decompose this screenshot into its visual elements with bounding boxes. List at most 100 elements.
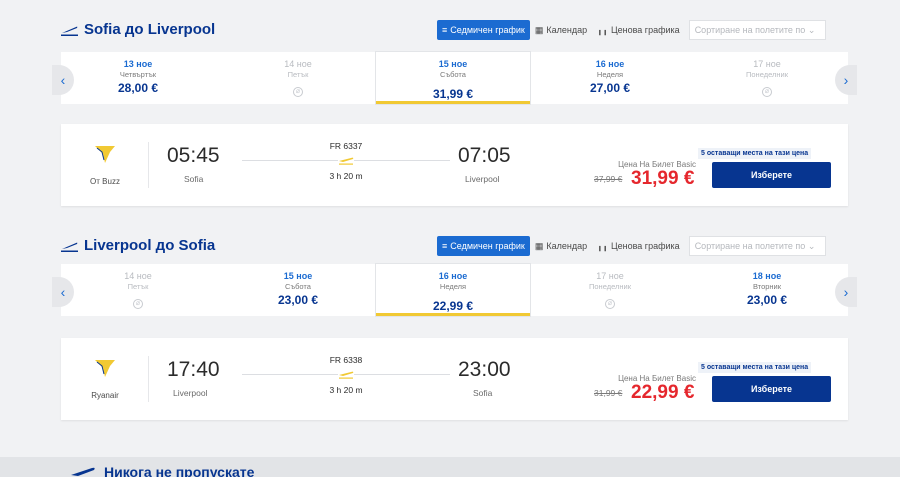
seats-left-badge: 5 оставащи места на тази цена [698, 362, 812, 373]
date-price: 27,00 € [589, 81, 631, 95]
outbound-view-tabs: ≡ Седмичен график ▦ Календар ╻╻ Ценова граф… [437, 20, 826, 40]
arrival-time: 23:00 [458, 358, 511, 381]
tab-weekly[interactable]: ≡ Седмичен график [437, 236, 530, 256]
selected-indicator [376, 313, 530, 316]
date-label: 14 ное [124, 271, 152, 281]
flight-number[interactable]: FR 6337 [242, 141, 450, 151]
old-price: 31,99 € [594, 388, 623, 398]
outbound-title-text: Sofia до Liverpool [84, 21, 216, 38]
date-label: 13 ное [123, 59, 153, 69]
airline-name: От Buzz [90, 177, 120, 186]
outbound-date-carousel: ‹ 13 ное Четвъртък 28,00 € 14 ное Петък … [52, 52, 857, 104]
footer-title-text: Никога не пропускате [104, 464, 255, 477]
weekday-label: Петък [287, 70, 309, 79]
departure-city: Sofia [184, 174, 204, 184]
seats-left-badge: 5 оставащи места на тази цена [698, 148, 812, 159]
date-label: 14 ное [284, 59, 312, 69]
next-dates-button[interactable]: › [835, 65, 857, 95]
weekday-label: Петък [127, 282, 149, 291]
bar-chart-icon: ╻╻ [597, 25, 608, 35]
current-price: 31,99 € [631, 168, 695, 189]
weekday-label: Четвъртък [119, 70, 157, 79]
no-flights-icon: ⌀ [133, 299, 143, 309]
departure-city: Liverpool [173, 388, 208, 398]
list-icon: ≡ [442, 241, 448, 251]
date-option-unavailable: 14 ное Петък ⌀ [221, 52, 375, 104]
date-option[interactable]: 18 ное Вторник 23,00 € [690, 264, 844, 316]
tab-calendar-label: Календар [546, 25, 588, 35]
inbound-title-text: Liverpool до Sofia [84, 237, 216, 254]
tab-price-chart[interactable]: ╻╻ Ценова графика [592, 20, 685, 40]
no-flights-icon: ⌀ [605, 299, 615, 309]
chevron-down-icon: ⌄ [807, 25, 816, 35]
departure-time: 17:40 [167, 358, 220, 381]
route-line [242, 368, 450, 380]
calendar-icon: ▦ [534, 25, 544, 35]
date-option[interactable]: 16 ное Неделя 27,00 € [533, 52, 687, 104]
plane-takeoff-icon [61, 26, 78, 36]
flight-duration: 3 h 20 m [329, 171, 363, 181]
calendar-icon: ▦ [534, 241, 544, 251]
date-price: 31,99 € [432, 87, 474, 101]
airline-name: Ryanair [91, 391, 119, 400]
date-price: 28,00 € [117, 81, 159, 95]
date-option-selected[interactable]: 16 ное Неделя 22,99 € [376, 264, 530, 316]
sort-select[interactable]: Сортиране на полетите по ⌄ [688, 236, 826, 256]
old-price: 37,99 € [594, 174, 623, 184]
ryanair-harp-logo-icon [95, 360, 115, 377]
footer-title: Никога не пропускате [70, 464, 254, 477]
tab-calendar-label: Календар [546, 241, 588, 251]
plane-icon [71, 467, 95, 476]
weekday-label: Вторник [752, 282, 782, 291]
plane-takeoff-icon [61, 242, 78, 252]
weekday-label: Събота [285, 282, 311, 291]
weekday-label: Понеделник [746, 70, 788, 79]
arrival-city: Sofia [473, 388, 493, 398]
tab-weekly-label: Седмичен график [450, 25, 525, 35]
weekday-label: Неделя [596, 70, 624, 79]
flight-duration: 3 h 20 m [329, 385, 363, 395]
date-price: 23,00 € [277, 293, 319, 307]
chevron-right-icon: › [843, 284, 849, 300]
date-label: 16 ное [438, 271, 468, 281]
inbound-view-tabs: ≡ Седмичен график ▦ Календар ╻╻ Ценова граф… [437, 236, 826, 256]
date-label: 16 ное [595, 59, 625, 69]
current-price: 22,99 € [631, 382, 695, 403]
bar-chart-icon: ╻╻ [597, 241, 608, 251]
sort-select[interactable]: Сортиране на полетите по ⌄ [688, 20, 826, 40]
chevron-right-icon: › [843, 72, 849, 88]
ryanair-harp-logo-icon [95, 146, 115, 163]
sort-placeholder: Сортиране на полетите по [694, 241, 806, 251]
date-label: 15 ное [283, 271, 313, 281]
list-icon: ≡ [442, 25, 448, 35]
date-option[interactable]: 13 ное Четвъртък 28,00 € [61, 52, 215, 104]
airline-info: От Buzz [75, 144, 135, 186]
route-line [242, 154, 450, 166]
outbound-flight-card: От Buzz 05:45 Sofia FR 6337 3 h 20 m 07:… [61, 124, 848, 206]
divider [148, 356, 149, 402]
route-info: FR 6337 3 h 20 m [242, 141, 450, 181]
next-dates-button[interactable]: › [835, 277, 857, 307]
tab-calendar[interactable]: ▦ Календар [530, 20, 592, 40]
tab-price-chart[interactable]: ╻╻ Ценова графика [592, 236, 685, 256]
date-option-selected[interactable]: 15 ное Събота 31,99 € [376, 52, 530, 104]
tab-calendar[interactable]: ▦ Календар [530, 236, 592, 256]
inbound-title: Liverpool до Sofia [61, 237, 215, 254]
tab-weekly-label: Седмичен график [450, 241, 525, 251]
flight-number[interactable]: FR 6338 [242, 355, 450, 365]
date-price: 22,99 € [432, 299, 474, 313]
date-label: 17 ное [596, 271, 624, 281]
inbound-header: Liverpool до Sofia ≡ Седмичен график ▦ Кал… [61, 236, 848, 258]
arrival-time: 07:05 [458, 144, 511, 167]
select-flight-button[interactable]: Изберете [712, 162, 831, 188]
no-flights-icon: ⌀ [293, 87, 303, 97]
date-option-unavailable: 17 ное Понеделник ⌀ [690, 52, 844, 104]
date-option[interactable]: 15 ное Събота 23,00 € [221, 264, 375, 316]
arrival-city: Liverpool [465, 174, 500, 184]
tab-weekly[interactable]: ≡ Седмичен график [437, 20, 530, 40]
tab-price-chart-label: Ценова графика [610, 25, 680, 35]
plane-icon [338, 369, 354, 379]
select-flight-button[interactable]: Изберете [712, 376, 831, 402]
outbound-title: Sofia до Liverpool [61, 21, 215, 38]
divider [148, 142, 149, 188]
